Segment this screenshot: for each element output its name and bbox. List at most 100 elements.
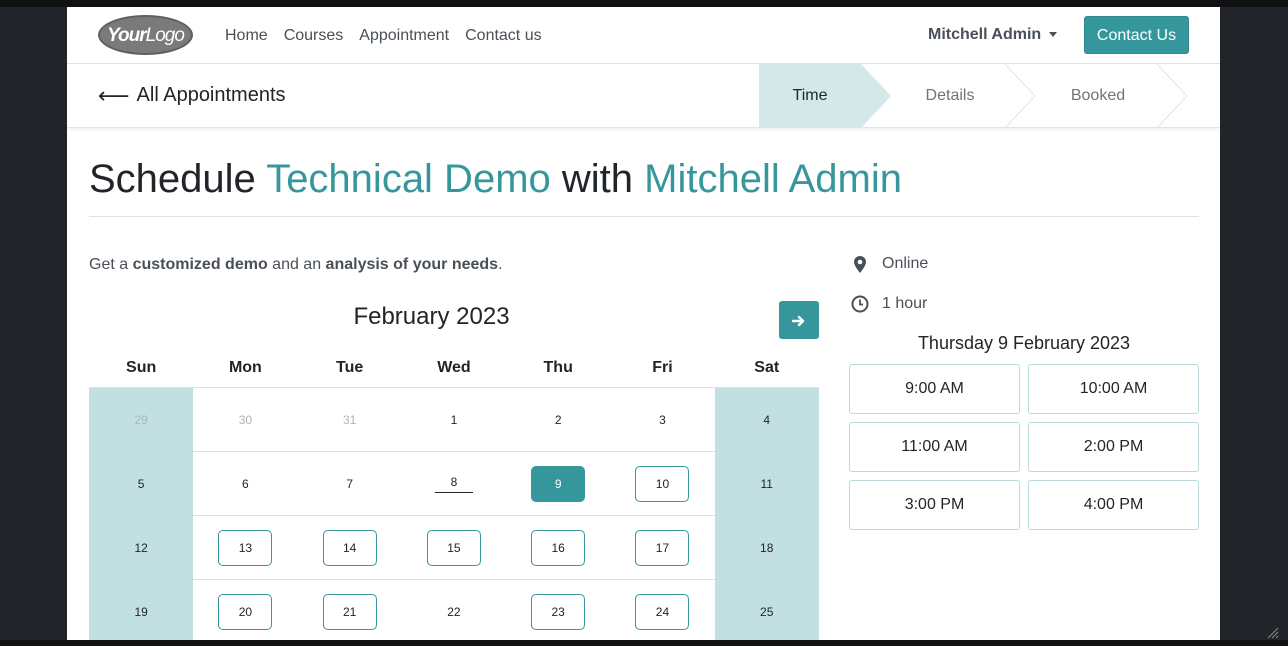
calendar-week-row: 5 6 7 8 9 10 11: [89, 452, 819, 516]
page-title: Schedule Technical Demo with Mitchell Ad…: [89, 157, 902, 201]
nav-links: Home Courses Appointment Contact us: [217, 7, 550, 64]
calendar-day-cell[interactable]: 21: [298, 580, 402, 640]
available-day-button[interactable]: 16: [531, 530, 586, 566]
time-slot-button[interactable]: 10:00 AM: [1028, 364, 1199, 414]
available-day-button[interactable]: 10: [635, 466, 690, 502]
nav-link-appointment[interactable]: Appointment: [359, 27, 449, 45]
calendar-day-cell: 3: [610, 388, 714, 452]
weekday-label: Thu: [543, 359, 573, 376]
calendar-day-cell: 19: [89, 580, 194, 640]
calendar-day-cell[interactable]: 9: [506, 452, 610, 516]
top-navbar: YourLogo Home Courses Appointment Contac…: [67, 7, 1220, 64]
available-day-button[interactable]: 23: [531, 594, 586, 630]
calendar-day-cell: 7: [298, 452, 402, 516]
duration-label: 1 hour: [882, 295, 928, 312]
day-number: 3: [659, 413, 666, 427]
calendar-day-cell[interactable]: 23: [506, 580, 610, 640]
calendar-day-cell: 4: [714, 388, 819, 452]
day-number: 6: [242, 477, 249, 491]
day-number: 2: [554, 413, 562, 427]
time-slot-list: 9:00 AM 10:00 AM 11:00 AM 2:00 PM 3:00 P…: [849, 364, 1199, 530]
location-info: Online: [851, 255, 928, 273]
all-appointments-link[interactable]: ⟵ All Appointments: [98, 84, 286, 107]
calendar-day-cell: 31: [298, 388, 402, 452]
step-time: Time: [792, 87, 828, 104]
staff-name: Mitchell Admin: [644, 157, 902, 201]
calendar-day-cell: 5: [89, 452, 194, 516]
calendar-day-cell: 25: [714, 580, 819, 640]
day-number: 5: [137, 477, 145, 491]
today-day-label: 8: [434, 475, 473, 493]
step-booked: Booked: [1070, 87, 1126, 104]
calendar-day-cell: 8: [402, 452, 506, 516]
clock-icon: [851, 295, 869, 313]
appointment-header: ⟵ All Appointments Time Details Booked: [67, 64, 1220, 128]
calendar-body: 29 30 31 1 2 3 4 5 6 7 8 9 10 11 12 13 14 15 16 17 18 19 20 21 2…: [89, 388, 819, 640]
calendar-day-cell[interactable]: 10: [610, 452, 714, 516]
day-number: 18: [760, 541, 774, 555]
appointment-type-name: Technical Demo: [266, 157, 551, 201]
calendar-week-row: 12 13 14 15 16 17 18: [89, 516, 819, 580]
calendar-day-cell[interactable]: 15: [402, 516, 506, 580]
logo-text: YourLogo: [107, 25, 185, 46]
selected-day-button[interactable]: 9: [531, 466, 586, 502]
contact-us-button[interactable]: Contact Us: [1084, 16, 1189, 54]
time-slot-button[interactable]: 2:00 PM: [1028, 422, 1199, 472]
next-month-button[interactable]: [779, 301, 819, 339]
location-label: Online: [882, 255, 929, 272]
calendar-weekday-header: Sun Mon Tue Wed Thu Fri Sat: [89, 347, 819, 388]
available-day-button[interactable]: 13: [218, 530, 273, 566]
available-day-button[interactable]: 15: [426, 530, 481, 566]
calendar-day-cell[interactable]: 13: [193, 516, 297, 580]
window-frame-top: [0, 0, 1288, 7]
user-menu-dropdown[interactable]: Mitchell Admin: [928, 26, 1058, 44]
arrow-left-icon: ⟵: [98, 82, 130, 108]
weekday-label: Sat: [754, 359, 780, 376]
day-number: 12: [134, 541, 148, 555]
calendar-grid: Sun Mon Tue Wed Thu Fri Sat 29 30 31 1 2 3 4 5 6…: [89, 347, 819, 640]
calendar-day-cell[interactable]: 17: [610, 516, 714, 580]
step-details: Details: [925, 87, 975, 104]
time-slot-button[interactable]: 11:00 AM: [849, 422, 1020, 472]
calendar-day-cell: 22: [402, 580, 506, 640]
nav-link-courses[interactable]: Courses: [284, 27, 344, 45]
day-number: 1: [450, 413, 458, 427]
day-number: 31: [342, 413, 357, 427]
time-slot-button[interactable]: 9:00 AM: [849, 364, 1020, 414]
calendar-day-cell[interactable]: 14: [298, 516, 402, 580]
calendar-day-cell[interactable]: 24: [610, 580, 714, 640]
caret-down-icon: [1049, 32, 1058, 38]
weekday-label: Sun: [126, 359, 157, 376]
calendar-month-label: February 2023: [353, 303, 510, 330]
day-number: 22: [447, 605, 461, 619]
calendar-day-cell: 12: [89, 516, 194, 580]
calendar-week-row: 19 20 21 22 23 24 25: [89, 580, 819, 640]
available-day-button[interactable]: 17: [635, 530, 690, 566]
day-number: 30: [238, 413, 253, 427]
available-day-button[interactable]: 20: [218, 594, 273, 630]
day-number: 7: [346, 477, 353, 491]
calendar-day-cell: 29: [89, 388, 194, 452]
available-day-button[interactable]: 21: [322, 594, 377, 630]
user-name: Mitchell Admin: [928, 26, 1042, 43]
all-appointments-label: All Appointments: [136, 84, 286, 106]
day-number: 29: [134, 413, 148, 427]
title-divider: [89, 216, 1199, 217]
resize-grip-icon[interactable]: [1267, 627, 1279, 639]
day-number: 4: [763, 413, 771, 427]
nav-link-home[interactable]: Home: [225, 27, 268, 45]
weekday-label: Tue: [336, 359, 364, 376]
nav-link-contact-us[interactable]: Contact us: [465, 27, 541, 45]
site-logo[interactable]: YourLogo: [98, 15, 193, 55]
available-day-button[interactable]: 24: [635, 594, 690, 630]
window-frame-bottom: [0, 640, 1288, 646]
time-slot-button[interactable]: 3:00 PM: [849, 480, 1020, 530]
calendar-day-cell[interactable]: 20: [193, 580, 297, 640]
calendar-day-cell: 11: [714, 452, 819, 516]
booking-page: YourLogo Home Courses Appointment Contac…: [67, 7, 1220, 640]
progress-steps: Time Details Booked: [759, 64, 1220, 128]
weekday-label: Wed: [437, 359, 471, 376]
time-slot-button[interactable]: 4:00 PM: [1028, 480, 1199, 530]
available-day-button[interactable]: 14: [322, 530, 377, 566]
calendar-day-cell[interactable]: 16: [506, 516, 610, 580]
